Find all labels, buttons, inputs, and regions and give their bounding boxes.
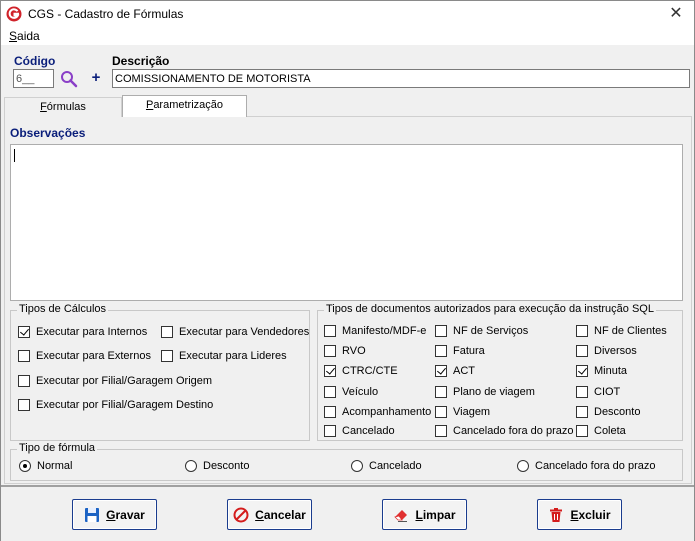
window-title: CGS - Cadastro de Fórmulas xyxy=(28,7,184,21)
excluir-button[interactable]: Excluir xyxy=(537,499,622,530)
observacoes-label: Observações xyxy=(10,126,86,140)
descricao-input[interactable] xyxy=(112,69,690,88)
action-bar: Gravar Cancelar Limpar Excluir xyxy=(1,485,694,541)
close-icon[interactable]: ✕ xyxy=(662,2,690,26)
codigo-input[interactable] xyxy=(13,69,54,88)
checkbox-minuta[interactable]: Minuta xyxy=(576,365,627,377)
checkbox-executar-filial-origem[interactable]: Executar por Filial/Garagem Origem xyxy=(18,375,212,387)
search-icon[interactable] xyxy=(60,70,78,88)
radio-cancelado-fora-prazo[interactable]: Cancelado fora do prazo xyxy=(517,460,655,472)
checkbox-desconto[interactable]: Desconto xyxy=(576,406,640,418)
checkbox-cancelado-fora-prazo[interactable]: Cancelado fora do prazo xyxy=(435,425,573,437)
title-bar: CGS - Cadastro de Fórmulas ✕ xyxy=(1,1,694,28)
checkbox-diversos[interactable]: Diversos xyxy=(576,345,637,357)
checkbox-nf-servicos[interactable]: NF de Serviços xyxy=(435,325,528,337)
checkbox-executar-externos[interactable]: Executar para Externos xyxy=(18,350,151,362)
checkbox-viagem[interactable]: Viagem xyxy=(435,406,490,418)
tipo-formula-group: Tipo de fórmula Normal Desconto Cancelad… xyxy=(10,442,683,481)
cancelar-button[interactable]: Cancelar xyxy=(227,499,312,530)
save-icon xyxy=(85,507,100,522)
cancel-icon xyxy=(233,507,249,522)
header-form: Código + Descrição xyxy=(1,45,694,95)
eraser-icon xyxy=(394,509,408,522)
radio-normal[interactable]: Normal xyxy=(19,460,72,472)
checkbox-rvo[interactable]: RVO xyxy=(324,345,366,357)
checkbox-nf-clientes[interactable]: NF de Clientes xyxy=(576,325,667,337)
tab-parametrizacao[interactable]: Parametrização xyxy=(122,95,247,117)
checkbox-veiculo[interactable]: Veículo xyxy=(324,386,378,398)
gravar-button[interactable]: Gravar xyxy=(72,499,157,530)
checkbox-plano-viagem[interactable]: Plano de viagem xyxy=(435,386,535,398)
tipos-calculos-group: Tipos de Cálculos Executar para Internos… xyxy=(10,303,310,441)
checkbox-coleta[interactable]: Coleta xyxy=(576,425,626,437)
trash-icon xyxy=(550,507,563,522)
tipos-documentos-title: Tipos de documentos autorizados para exe… xyxy=(324,303,656,315)
text-caret xyxy=(14,149,15,162)
menu-bar: Saida xyxy=(1,28,694,45)
checkbox-fatura[interactable]: Fatura xyxy=(435,345,485,357)
app-logo-icon xyxy=(6,6,22,22)
checkbox-executar-filial-destino[interactable]: Executar por Filial/Garagem Destino xyxy=(18,399,213,411)
radio-desconto[interactable]: Desconto xyxy=(185,460,249,472)
limpar-button[interactable]: Limpar xyxy=(382,499,467,530)
checkbox-acompanhamento[interactable]: Acompanhamento xyxy=(324,406,431,418)
checkbox-executar-internos[interactable]: Executar para Internos xyxy=(18,326,147,338)
checkbox-executar-lideres[interactable]: Executar para Lideres xyxy=(161,350,287,362)
add-icon[interactable]: + xyxy=(89,69,103,87)
tab-formulas[interactable]: Fórmulas xyxy=(4,97,122,117)
checkbox-ctrc-cte[interactable]: CTRC/CTE xyxy=(324,365,398,377)
descricao-label: Descrição xyxy=(112,54,170,68)
checkbox-cancelado[interactable]: Cancelado xyxy=(324,425,395,437)
tipo-formula-title: Tipo de fórmula xyxy=(17,442,98,454)
checkbox-executar-vendedores[interactable]: Executar para Vendedores xyxy=(161,326,309,338)
checkbox-ciot[interactable]: CIOT xyxy=(576,386,620,398)
codigo-label: Código xyxy=(14,54,56,68)
checkbox-act[interactable]: ACT xyxy=(435,365,475,377)
main-window: CGS - Cadastro de Fórmulas ✕ Saida Códig… xyxy=(0,0,695,541)
observacoes-textarea[interactable] xyxy=(10,144,683,301)
tipos-calculos-title: Tipos de Cálculos xyxy=(17,303,109,315)
tipos-documentos-group: Tipos de documentos autorizados para exe… xyxy=(317,303,683,441)
menu-item-saida[interactable]: Saida xyxy=(9,29,40,43)
checkbox-manifesto-mdfe[interactable]: Manifesto/MDF-e xyxy=(324,325,426,337)
radio-cancelado[interactable]: Cancelado xyxy=(351,460,422,472)
